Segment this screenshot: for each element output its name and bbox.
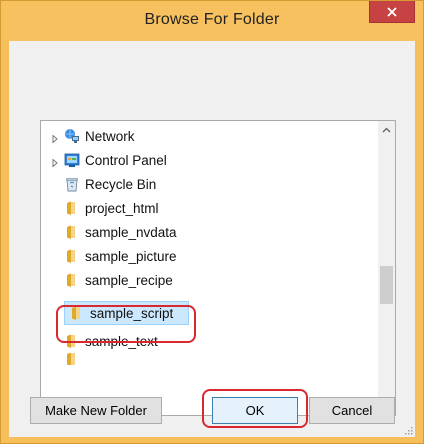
folder-icon [64,224,80,240]
resize-grip-icon[interactable] [403,425,413,435]
window-title: Browse For Folder [144,11,280,28]
close-button[interactable] [369,1,415,23]
tree-item-project-html[interactable]: project_html [64,196,159,220]
cancel-button[interactable]: Cancel [309,397,395,424]
folder-icon [69,305,85,321]
tree-item-sample-recipe[interactable]: sample_recipe [64,268,173,292]
folder-tree[interactable]: Network Control Panel Recycle Bin projec… [40,120,396,416]
tree-item-network[interactable]: Network [51,124,135,148]
tree-item-sample-text[interactable]: sample_text [64,329,158,353]
tree-item-label: sample_recipe [85,272,173,288]
tree-item-label: Control Panel [85,152,167,168]
control-panel-icon [64,152,80,168]
network-icon [64,128,80,144]
make-new-folder-button[interactable]: Make New Folder [30,397,162,424]
title-bar[interactable]: Browse For Folder [1,1,423,41]
ok-button[interactable]: OK [212,397,298,424]
browse-for-folder-dialog: Browse For Folder Network Control Panel … [0,0,424,444]
folder-icon [64,353,80,365]
tree-item-label: sample_text [85,333,158,349]
close-icon [387,6,397,17]
tree-item-sample-script[interactable]: sample_script [69,301,173,325]
tree-item-label: sample_script [90,305,174,321]
tree-item-partial[interactable] [51,353,85,365]
expand-arrow-icon[interactable] [51,354,61,364]
tree-item-label: Network [85,128,135,144]
tree-item-control-panel[interactable]: Control Panel [51,148,167,172]
scroll-thumb[interactable] [380,266,393,304]
tree-item-label: project_html [85,200,159,216]
tree-item-sample-nvdata[interactable]: sample_nvdata [64,220,177,244]
tree-item-label: sample_picture [85,248,177,264]
expand-arrow-icon[interactable] [51,155,61,168]
folder-icon [64,333,80,349]
chevron-up-icon [382,127,391,132]
folder-icon [64,272,80,288]
tree-item-label: sample_nvdata [85,224,177,240]
folder-icon [64,200,80,216]
folder-icon [64,248,80,264]
vertical-scrollbar[interactable] [378,121,395,415]
dialog-body: Network Control Panel Recycle Bin projec… [9,41,415,437]
recycle-bin-icon [64,176,80,192]
tree-item-label: Recycle Bin [85,176,157,192]
tree-item-sample-picture[interactable]: sample_picture [64,244,177,268]
expand-arrow-icon[interactable] [51,131,61,144]
tree-item-recycle-bin[interactable]: Recycle Bin [64,172,156,196]
scroll-up-button[interactable] [378,121,395,138]
